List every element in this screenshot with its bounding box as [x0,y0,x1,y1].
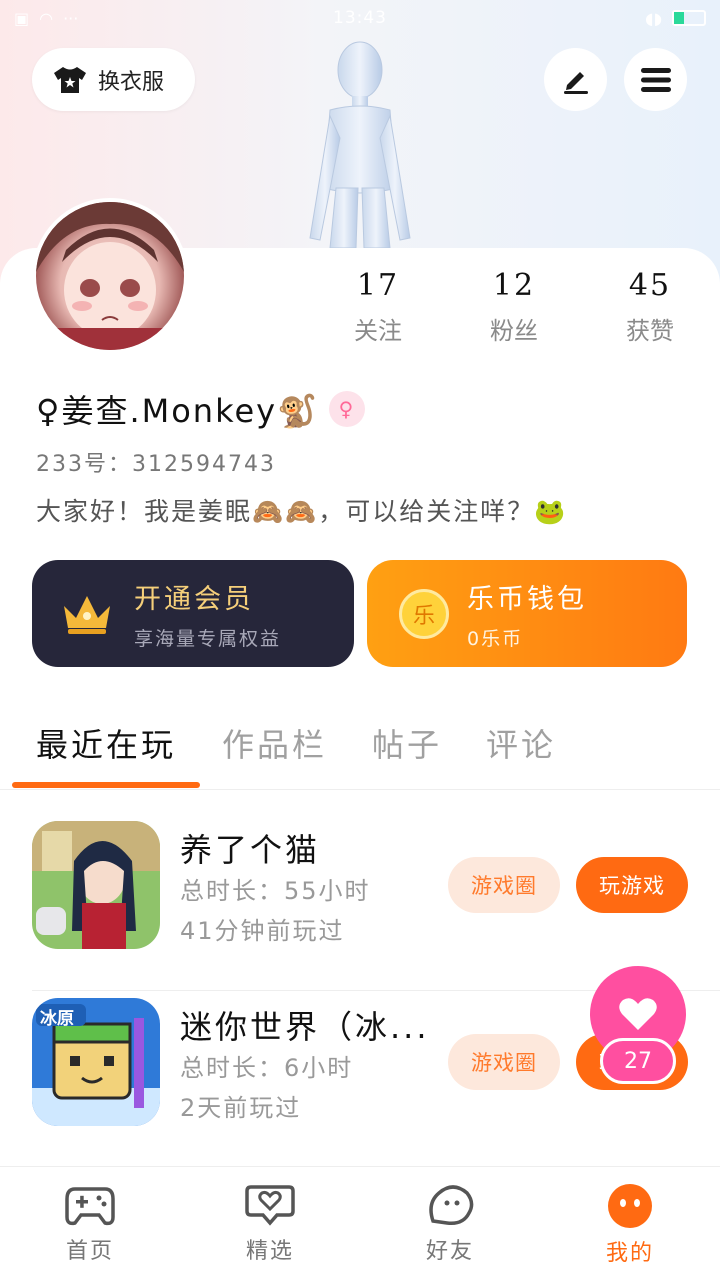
tab-comments[interactable]: 评论 [486,720,556,766]
nav-featured[interactable]: 精选 [180,1167,360,1280]
battery-icon [672,10,706,26]
game-name: 迷你世界（冰... [180,1008,430,1046]
tab-recent-played[interactable]: 最近在玩 [36,720,176,766]
game-name: 养了个猫 [180,831,321,869]
nav-mine[interactable]: 我的 [540,1167,720,1280]
friends-icon [429,1185,474,1226]
vip-subtitle: 享海量专属权益 [134,627,282,650]
menu-button[interactable] [624,48,687,111]
bottom-nav: 首页 精选 好友 我的 [0,1166,720,1280]
avatar[interactable] [32,198,188,354]
game-circle-button[interactable]: 游戏圈 [448,857,560,913]
edit-profile-button[interactable] [544,48,607,111]
stat-likes[interactable]: 45 获赞 [582,268,718,346]
game-duration: 总时长：6小时 [180,1054,354,1082]
status-time: 13:43 [333,8,387,28]
wallet-title: 乐币钱包 [467,583,587,615]
like-count-badge: 27 [600,1038,676,1084]
profile-face-icon [608,1184,652,1228]
vip-title: 开通会员 [134,583,254,615]
list-item[interactable]: 养了个猫 总时长：55小时 41分钟前玩过 游戏圈 玩游戏 [32,821,720,991]
active-tab-indicator [12,782,200,788]
username: ♀姜查.Monkey🐒 [36,392,319,430]
nav-label: 首页 [65,1239,114,1264]
nav-label: 我的 [605,1241,654,1266]
stat-value: 45 [628,268,672,303]
username-row: ♀姜查.Monkey🐒 ♀ [36,386,365,432]
wallet-button[interactable]: 乐 乐币钱包 0乐币 [367,560,687,667]
hamburger-icon [640,67,671,92]
crown-icon [64,595,110,634]
coin-icon: 乐 [399,588,449,639]
game-duration: 总时长：55小时 [180,877,371,905]
game-circle-button[interactable]: 游戏圈 [448,1034,560,1090]
status-right: ◖◗ [645,9,706,28]
change-outfit-button[interactable]: 换衣服 [32,48,195,111]
stat-label: 粉丝 [490,317,538,345]
game-last-played: 41分钟前玩过 [180,917,345,945]
nav-friends[interactable]: 好友 [360,1167,540,1280]
game-icon-text: 冰原 [40,1009,74,1029]
game-last-played: 2天前玩过 [180,1094,302,1122]
nav-label: 精选 [245,1239,294,1264]
user-bio: 大家好！我是姜眠🙈🙈，可以给关注咩？🐸 [36,497,568,526]
stat-following[interactable]: 17 关注 [310,268,446,346]
status-bar: ▣ ◠ ··· 13:43 ◖◗ [0,0,720,36]
wifi-icon: ◠ [39,8,54,28]
wallet-subtitle: 0乐币 [467,627,524,650]
profile-stats: 17 关注 12 粉丝 45 获赞 [310,268,720,346]
avatar-illustration [36,202,184,350]
3d-avatar-figure[interactable] [300,38,420,248]
heart-icon [619,998,657,1030]
wallet-text: 乐币钱包 0乐币 [467,577,587,651]
nfc-icon: ◖◗ [645,8,662,28]
sim-icon: ▣ [14,8,30,28]
game-icon [32,821,160,949]
game-icon-illustration [32,821,160,949]
game-icon: 冰原 [32,998,160,1126]
stat-label: 获赞 [626,317,674,345]
nav-label: 好友 [425,1239,474,1264]
tab-works[interactable]: 作品栏 [222,720,327,766]
user-id: 233号：312594743 [36,452,276,477]
tshirt-icon [54,66,86,93]
pen-icon [563,71,588,94]
tab-posts[interactable]: 帖子 [372,720,442,766]
nav-home[interactable]: 首页 [0,1167,180,1280]
play-game-button[interactable]: 玩游戏 [576,857,688,913]
heart-chat-icon [245,1185,295,1226]
vip-text: 开通会员 享海量专属权益 [134,577,281,651]
stat-value: 17 [356,268,400,303]
female-gender-icon: ♀ [328,391,365,427]
stat-followers[interactable]: 12 粉丝 [446,268,582,346]
change-outfit-label: 换衣服 [98,69,165,95]
more-dots-icon: ··· [63,8,79,28]
stat-value: 12 [492,268,536,303]
status-left: ▣ ◠ ··· [14,9,78,28]
vip-membership-button[interactable]: 开通会员 享海量专属权益 [32,560,354,667]
stat-label: 关注 [354,317,402,345]
content-tabs: 最近在玩 作品栏 帖子 评论 [0,712,720,790]
gamepad-icon [65,1187,115,1226]
